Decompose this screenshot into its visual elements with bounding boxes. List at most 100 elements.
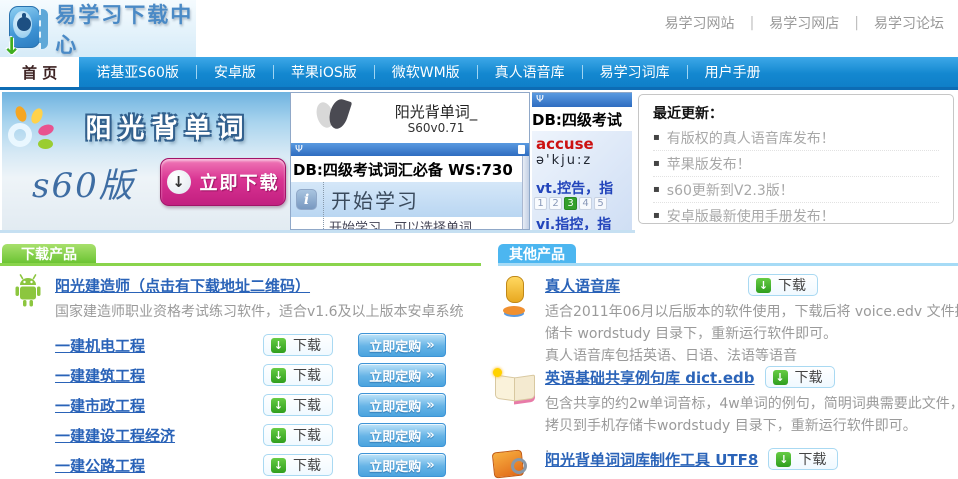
order-button[interactable]: 立即定购 »	[358, 363, 446, 387]
hero-bottom-divider	[0, 230, 635, 233]
update-text: 苹果版发布！	[667, 154, 751, 174]
order-label: 立即定购	[369, 426, 421, 445]
nav-tab-android[interactable]: 安卓版	[197, 57, 273, 87]
download-icon: ↓	[271, 368, 286, 383]
page-number: 5	[594, 197, 607, 210]
update-item: ▪ 安卓版最新使用手册发布！	[653, 203, 939, 229]
battery-icon	[518, 145, 525, 154]
banner-download-label: 立即下载	[200, 169, 280, 195]
chevron-right-icon: »	[426, 398, 434, 413]
bulb-icon	[493, 368, 502, 377]
item-link[interactable]: 一建公路工程	[55, 455, 263, 476]
bullet-icon: ▪	[653, 159, 660, 169]
nav-tab-word-library[interactable]: 易学习词库	[583, 57, 687, 87]
order-button[interactable]: 立即定购 »	[358, 333, 446, 357]
banner-title: 阳光背单词	[50, 108, 286, 145]
update-item: ▪ s60更新到V2.3版！	[653, 177, 939, 203]
apple-icon	[17, 17, 31, 31]
section-tab-downloads[interactable]: 下载产品	[2, 244, 96, 263]
product-title-link[interactable]: 真人语音库	[545, 275, 620, 296]
top-link-shop[interactable]: 易学习网店	[769, 13, 839, 33]
top-link-separator: |	[854, 15, 859, 31]
item-link[interactable]: 一建建筑工程	[55, 365, 263, 386]
product-title-link[interactable]: 阳光建造师（点击有下载地址二维码）	[55, 275, 310, 296]
section-tab-other-products[interactable]: 其他产品	[498, 244, 576, 263]
headword: accuse	[536, 135, 594, 153]
nav-tab-ios[interactable]: 苹果iOS版	[274, 57, 374, 87]
nav-tab-nokia-s60[interactable]: 诺基亚S60版	[79, 57, 196, 87]
sense-vt: vt.控告，指	[536, 178, 613, 198]
nav-tab-voice-library[interactable]: 真人语音库	[478, 57, 582, 87]
phone-status-bar: Ψ	[291, 143, 529, 156]
download-label: 下载	[293, 335, 321, 355]
site-logo[interactable]: ↓ 易学习下载中心	[0, 0, 196, 57]
top-link-website[interactable]: 易学习网站	[665, 13, 735, 33]
info-icon: i	[296, 189, 317, 210]
phone-status-bar: Ψ	[532, 93, 632, 107]
app-name: 阳光背单词_	[357, 101, 515, 122]
flower-logo-icon	[4, 106, 56, 158]
item-link[interactable]: 一建市政工程	[55, 395, 263, 416]
antenna-icon: Ψ	[536, 95, 544, 105]
pagination: 1 2 3 4 5	[534, 197, 607, 210]
nav-tab-home[interactable]: 首 页	[0, 57, 79, 87]
download-icon: ↓	[776, 452, 791, 467]
page: ↓ 易学习下载中心 易学习网站 | 易学习网店 | 易学习论坛 首 页 诺基亚S…	[0, 0, 958, 479]
banner-download-button[interactable]: ↓ 立即下载	[160, 158, 286, 206]
download-button[interactable]: ↓ 下载	[765, 366, 835, 388]
page-number: 4	[579, 197, 592, 210]
download-label: 下载	[778, 275, 806, 295]
page-number-active: 3	[564, 197, 577, 210]
promo-banner: 阳光背单词 s60版 ↓ 立即下载	[2, 92, 290, 230]
backpack-logo-icon: ↓	[6, 3, 46, 55]
item-link[interactable]: 一建机电工程	[55, 335, 263, 356]
download-label: 下载	[293, 455, 321, 475]
order-button[interactable]: 立即定购 »	[358, 423, 446, 447]
recent-updates-title: 最近更新：	[653, 103, 939, 123]
android-robot-icon	[10, 274, 46, 308]
other-product: 真人语音库 ↓ 下载 适合2011年06月以后版本的软件使用，下载后将 voic…	[487, 274, 958, 367]
download-button[interactable]: ↓ 下载	[263, 364, 333, 386]
scrollbar	[522, 156, 529, 230]
update-text: s60更新到V2.3版！	[667, 180, 794, 200]
chevron-right-icon: »	[426, 368, 434, 383]
top-link-forum[interactable]: 易学习论坛	[874, 13, 944, 33]
page-number: 2	[549, 197, 562, 210]
bullet-icon: ▪	[653, 133, 660, 143]
download-button[interactable]: ↓ 下载	[768, 448, 838, 470]
product-header: 阳光建造师（点击有下载地址二维码） 国家建造师职业资格考试练习软件，适合v1.6…	[0, 270, 484, 321]
phonetic: ə'kju:z	[536, 153, 592, 168]
nav-tab-manual[interactable]: 用户手册	[688, 57, 778, 87]
download-label: 下载	[293, 395, 321, 415]
download-arrow-icon: ↓	[2, 36, 21, 59]
download-button[interactable]: ↓ 下载	[263, 424, 333, 446]
product-description-line: 储卡 wordstudy 目录下，重新运行软件即可。	[545, 323, 958, 345]
menu-item-subtext: 开始学习，可以选择单词	[329, 217, 472, 230]
site-title: 易学习下载中心	[55, 0, 196, 59]
nav-tab-wm[interactable]: 微软WM版	[375, 57, 477, 87]
download-button[interactable]: ↓ 下载	[263, 454, 333, 476]
download-row: 一建公路工程 ↓ 下载 立即定购 »	[0, 450, 484, 479]
download-row: 一建机电工程 ↓ 下载 立即定购 »	[0, 330, 484, 360]
other-product: 英语基础共享例句库 dict.edb ↓ 下载 包含共享的约2w单词音标，4w单…	[487, 366, 958, 459]
product-title-link[interactable]: 英语基础共享例句库 dict.edb	[545, 367, 755, 388]
tool-book-icon	[491, 448, 531, 478]
order-button[interactable]: 立即定购 »	[358, 393, 446, 417]
order-button[interactable]: 立即定购 »	[358, 453, 446, 477]
item-link[interactable]: 一建建设工程经济	[55, 425, 263, 446]
download-button[interactable]: ↓ 下载	[748, 274, 818, 296]
section-underline-blue	[498, 263, 958, 266]
product-description-line: 拷贝到手机存储卡wordstudy 目录下，重新运行软件即可。	[545, 415, 958, 437]
db-status-line: DB:四级考试	[532, 107, 632, 131]
downloads-column: 阳光建造师（点击有下载地址二维码） 国家建造师职业资格考试练习软件，适合v1.6…	[0, 270, 484, 479]
update-item: ▪ 有版权的真人语音库发布！	[653, 125, 939, 151]
backpack-zipper-shape	[39, 9, 48, 49]
download-button[interactable]: ↓ 下载	[263, 334, 333, 356]
order-label: 立即定购	[369, 366, 421, 385]
product-title-link[interactable]: 阳光背单词词库制作工具 UTF8	[545, 449, 758, 470]
download-label: 下载	[795, 367, 823, 387]
microphone-icon	[497, 276, 531, 320]
banner-edition: s60版	[32, 158, 135, 207]
download-button[interactable]: ↓ 下载	[263, 394, 333, 416]
order-label: 立即定购	[369, 396, 421, 415]
